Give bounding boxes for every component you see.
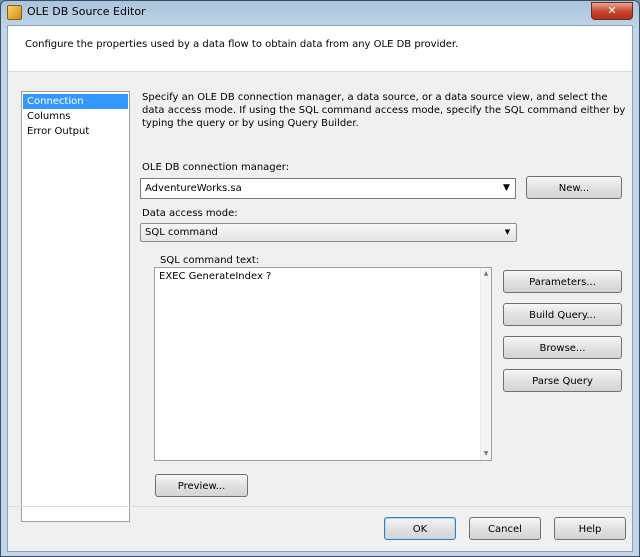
nav-item-connection-manager[interactable]: Connection Manager bbox=[23, 94, 128, 122]
help-button[interactable]: Help bbox=[554, 517, 626, 540]
page-description: Specify an OLE DB connection manager, a … bbox=[142, 92, 626, 129]
close-icon: ✕ bbox=[607, 4, 617, 17]
data-access-mode-select[interactable]: SQL command ▼ bbox=[140, 223, 517, 242]
ssis-component-icon bbox=[7, 5, 22, 20]
connection-manager-select[interactable]: AdventureWorks.sa ▼ bbox=[140, 178, 516, 199]
window-title: OLE DB Source Editor bbox=[27, 5, 146, 18]
header-panel: Configure the properties used by a data … bbox=[8, 26, 632, 72]
close-button[interactable]: ✕ bbox=[591, 2, 633, 20]
chevron-down-icon[interactable]: ▼ bbox=[499, 224, 516, 241]
parameters-button[interactable]: Parameters... bbox=[503, 270, 622, 293]
dialog-window: OLE DB Source Editor ✕ Configure the pro… bbox=[0, 0, 640, 557]
nav-item-error-output[interactable]: Error Output bbox=[23, 124, 128, 139]
chevron-down-icon[interactable]: ▼ bbox=[498, 179, 515, 198]
dialog-client-area: Configure the properties used by a data … bbox=[7, 25, 633, 552]
title-bar[interactable]: OLE DB Source Editor ✕ bbox=[1, 1, 639, 25]
sql-command-textarea[interactable]: EXEC GenerateIndex ? ▲ ▼ bbox=[154, 267, 492, 461]
data-access-mode-label: Data access mode: bbox=[142, 208, 238, 219]
cancel-button[interactable]: Cancel bbox=[469, 517, 541, 540]
sql-command-label: SQL command text: bbox=[160, 255, 260, 266]
ok-button[interactable]: OK bbox=[384, 517, 456, 540]
scroll-up-icon[interactable]: ▲ bbox=[481, 269, 491, 279]
parse-query-button[interactable]: Parse Query bbox=[503, 369, 622, 392]
sql-vertical-scrollbar[interactable]: ▲ ▼ bbox=[480, 268, 491, 460]
connection-manager-value: AdventureWorks.sa bbox=[145, 183, 242, 194]
connection-manager-label: OLE DB connection manager: bbox=[142, 162, 290, 173]
footer-divider bbox=[8, 506, 632, 507]
scroll-down-icon[interactable]: ▼ bbox=[481, 449, 491, 459]
header-description: Configure the properties used by a data … bbox=[25, 39, 459, 50]
build-query-button[interactable]: Build Query... bbox=[503, 303, 622, 326]
page-navigation-list: Connection Manager Columns Error Output bbox=[21, 91, 130, 522]
nav-item-columns[interactable]: Columns bbox=[23, 109, 128, 124]
new-connection-button[interactable]: New... bbox=[526, 176, 622, 199]
preview-button[interactable]: Preview... bbox=[155, 474, 248, 497]
sql-command-text: EXEC GenerateIndex ? bbox=[159, 271, 272, 282]
data-access-mode-value: SQL command bbox=[145, 227, 218, 238]
browse-button[interactable]: Browse... bbox=[503, 336, 622, 359]
